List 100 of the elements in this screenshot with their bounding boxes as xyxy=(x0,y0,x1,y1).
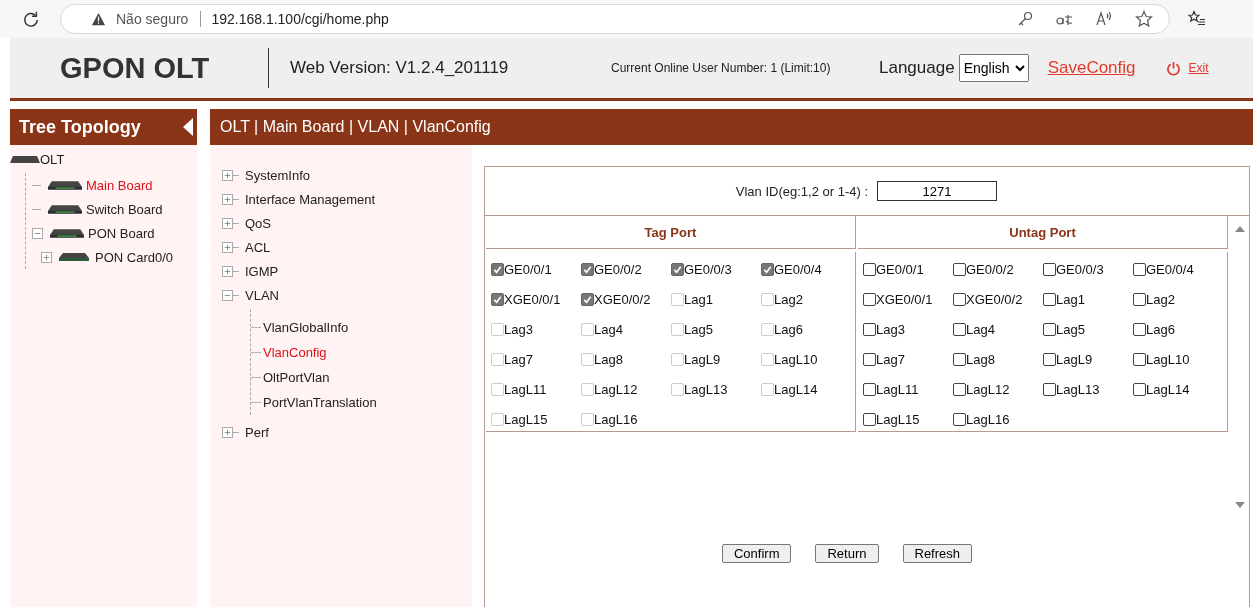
expander-icon[interactable] xyxy=(41,251,52,263)
save-config-link[interactable]: SaveConfig xyxy=(1047,58,1136,78)
tree-node[interactable]: Switch Board xyxy=(86,201,163,217)
checkbox[interactable] xyxy=(863,292,876,306)
checkbox[interactable] xyxy=(953,262,966,276)
submenu-item[interactable]: PortVlanTranslation xyxy=(263,395,377,410)
checkbox[interactable] xyxy=(1133,382,1146,396)
port-panel-title: Untag Port xyxy=(1009,224,1076,240)
expander-icon[interactable] xyxy=(222,169,233,181)
star-icon[interactable] xyxy=(1135,10,1153,28)
checkbox[interactable] xyxy=(953,382,966,396)
expander-icon[interactable] xyxy=(222,289,233,301)
checkbox[interactable] xyxy=(953,352,966,366)
port-label: Lag4 xyxy=(966,321,995,337)
port-label: GE0/0/2 xyxy=(594,261,642,277)
tree-node[interactable]: PON Board xyxy=(88,225,155,241)
checkbox[interactable] xyxy=(1133,292,1146,306)
port-label: GE0/0/1 xyxy=(504,261,552,277)
expander-icon[interactable] xyxy=(222,265,233,277)
checkbox[interactable] xyxy=(1133,322,1146,336)
tree-node[interactable]: OLT xyxy=(40,151,65,167)
expander-icon[interactable] xyxy=(222,193,233,205)
expander-icon[interactable] xyxy=(222,426,233,438)
checkbox[interactable] xyxy=(1043,262,1056,276)
action-button[interactable]: Confirm xyxy=(721,544,792,563)
submenu-item[interactable]: VlanGlobalInfo xyxy=(263,320,349,335)
port-label: Lag6 xyxy=(1146,321,1175,337)
port-label: GE0/0/1 xyxy=(876,261,924,277)
checkbox[interactable] xyxy=(953,322,966,336)
port-label: Lag7 xyxy=(876,351,905,367)
port-label: Lag2 xyxy=(1146,291,1175,307)
port-label: Lag5 xyxy=(684,321,713,337)
port-label: LagL12 xyxy=(594,381,638,397)
port-label: LagL11 xyxy=(876,381,919,397)
port-label: Lag3 xyxy=(504,321,533,337)
port-label: GE0/0/2 xyxy=(966,261,1014,277)
security-label: Não seguro xyxy=(116,11,202,27)
menu-item[interactable]: QoS xyxy=(245,215,271,231)
checkbox[interactable] xyxy=(1133,352,1146,366)
refresh-icon[interactable] xyxy=(22,10,40,28)
address-bar[interactable]: Não seguro 192.168.1.100/cgi/home.php xyxy=(60,4,1170,34)
checkbox[interactable] xyxy=(863,352,876,366)
port-label: LagL9 xyxy=(684,351,721,367)
checkbox[interactable] xyxy=(863,412,876,426)
read-aloud-icon[interactable] xyxy=(1095,11,1113,27)
port-label: LagL13 xyxy=(684,381,728,397)
favorites-icon[interactable] xyxy=(1188,10,1206,28)
port-label: LagL16 xyxy=(966,411,1010,427)
scroll-down-icon[interactable] xyxy=(1235,502,1245,508)
menu-item[interactable]: SystemInfo xyxy=(245,167,311,183)
menu-item[interactable]: VLAN xyxy=(245,287,279,303)
port-label: Lag7 xyxy=(504,351,533,367)
expander-icon[interactable] xyxy=(222,241,233,253)
power-icon[interactable] xyxy=(1165,60,1181,76)
checkbox[interactable] xyxy=(953,292,966,306)
logo-text: GPON OLT xyxy=(60,51,211,85)
url-text: 192.168.1.100/cgi/home.php xyxy=(211,11,389,27)
warning-icon[interactable] xyxy=(91,11,106,27)
port-label: GE0/0/4 xyxy=(1146,261,1194,277)
checkbox[interactable] xyxy=(1043,292,1056,306)
scroll-up-icon[interactable] xyxy=(1235,226,1245,232)
port-label: XGE0/0/1 xyxy=(504,291,561,307)
port-label: LagL9 xyxy=(1056,351,1093,367)
language-label: Language xyxy=(879,58,955,78)
action-button[interactable]: Return xyxy=(815,544,879,563)
checkbox[interactable] xyxy=(1043,382,1056,396)
checkbox[interactable] xyxy=(863,322,876,336)
checkbox[interactable] xyxy=(863,262,876,276)
collapse-icon[interactable] xyxy=(183,118,193,136)
menu-item[interactable]: Perf xyxy=(245,424,269,440)
port-label: LagL10 xyxy=(1146,351,1190,367)
port-label: GE0/0/3 xyxy=(684,261,732,277)
tree-node[interactable]: PON Card0/0 xyxy=(95,249,174,265)
port-label: Lag5 xyxy=(1056,321,1085,337)
submenu-item[interactable]: OltPortVlan xyxy=(263,370,330,385)
key-icon[interactable] xyxy=(1017,11,1033,27)
expander-icon[interactable] xyxy=(222,217,233,229)
port-label: LagL14 xyxy=(1146,381,1190,397)
device-icon xyxy=(48,204,82,214)
checkbox[interactable] xyxy=(1133,262,1146,276)
menu-item[interactable]: Interface Management xyxy=(245,191,376,207)
breadcrumb-text: OLT | Main Board | VLAN | VlanConfig xyxy=(220,118,491,136)
language-select[interactable]: English xyxy=(958,54,1029,82)
menu-item[interactable]: IGMP xyxy=(245,263,279,279)
checkbox[interactable] xyxy=(1043,322,1056,336)
menu-item[interactable]: ACL xyxy=(245,239,271,255)
vlan-id-field[interactable]: 1271 xyxy=(877,181,997,201)
port-label: GE0/0/3 xyxy=(1056,261,1104,277)
checkbox[interactable] xyxy=(953,412,966,426)
submenu-item[interactable]: VlanConfig xyxy=(263,345,327,360)
port-label: LagL11 xyxy=(504,381,547,397)
action-button[interactable]: Refresh xyxy=(902,544,973,563)
port-label: Lag2 xyxy=(774,291,803,307)
port-label: LagL13 xyxy=(1056,381,1100,397)
online-users-text: Current Online User Number: 1 (Limit:10) xyxy=(611,61,832,75)
exit-link[interactable]: Exit xyxy=(1188,61,1209,75)
checkbox[interactable] xyxy=(1043,352,1056,366)
tree-node[interactable]: Main Board xyxy=(86,177,153,193)
expander-icon[interactable] xyxy=(32,227,43,239)
checkbox[interactable] xyxy=(863,382,876,396)
